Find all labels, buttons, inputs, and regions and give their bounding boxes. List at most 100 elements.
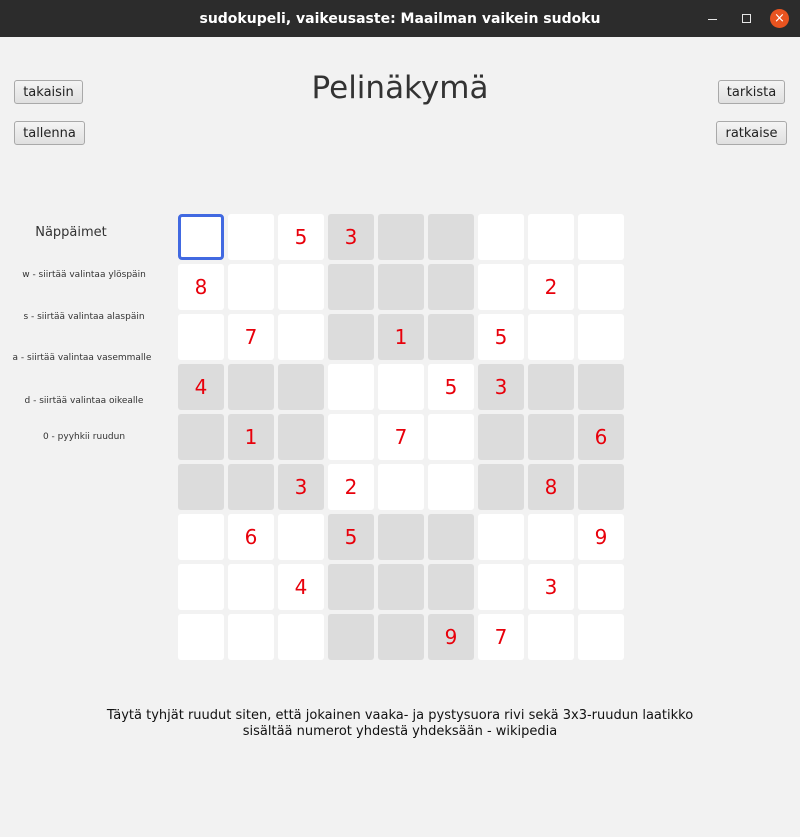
sudoku-cell-r5-c8[interactable] — [528, 414, 574, 460]
sudoku-cell-r6-c3[interactable]: 3 — [278, 464, 324, 510]
instructions: Täytä tyhjät ruudut siten, että jokainen… — [50, 708, 750, 740]
sudoku-cell-r5-c7[interactable] — [478, 414, 524, 460]
sudoku-cell-r7-c5[interactable] — [378, 514, 424, 560]
sudoku-cell-r1-c6[interactable] — [428, 214, 474, 260]
sudoku-cell-r2-c2[interactable] — [228, 264, 274, 310]
instructions-line-1: Täytä tyhjät ruudut siten, että jokainen… — [106, 708, 694, 723]
sudoku-cell-r8-c7[interactable] — [478, 564, 524, 610]
back-button[interactable]: takaisin — [14, 80, 83, 104]
close-icon[interactable]: × — [770, 9, 789, 28]
sudoku-cell-r4-c1[interactable]: 4 — [178, 364, 224, 410]
sudoku-cell-r8-c2[interactable] — [228, 564, 274, 610]
key-help-right: d - siirtää valintaa oikealle — [24, 396, 144, 406]
sudoku-cell-r4-c6[interactable]: 5 — [428, 364, 474, 410]
sudoku-cell-r2-c3[interactable] — [278, 264, 324, 310]
sudoku-cell-r7-c1[interactable] — [178, 514, 224, 560]
sudoku-cell-r1-c9[interactable] — [578, 214, 624, 260]
sudoku-cell-r4-c2[interactable] — [228, 364, 274, 410]
sudoku-board: 53827154531763286594397 — [178, 214, 624, 660]
keys-title: Näppäimet — [35, 225, 107, 240]
sudoku-cell-r3-c5[interactable]: 1 — [378, 314, 424, 360]
sudoku-cell-r7-c7[interactable] — [478, 514, 524, 560]
sudoku-cell-r8-c6[interactable] — [428, 564, 474, 610]
sudoku-cell-r2-c1[interactable]: 8 — [178, 264, 224, 310]
sudoku-cell-r5-c2[interactable]: 1 — [228, 414, 274, 460]
sudoku-cell-r8-c9[interactable] — [578, 564, 624, 610]
sudoku-cell-r4-c9[interactable] — [578, 364, 624, 410]
sudoku-cell-r2-c9[interactable] — [578, 264, 624, 310]
sudoku-cell-r6-c5[interactable] — [378, 464, 424, 510]
sudoku-cell-r3-c7[interactable]: 5 — [478, 314, 524, 360]
sudoku-cell-r9-c1[interactable] — [178, 614, 224, 660]
sudoku-cell-r1-c3[interactable]: 5 — [278, 214, 324, 260]
sudoku-cell-r6-c4[interactable]: 2 — [328, 464, 374, 510]
sudoku-cell-r2-c6[interactable] — [428, 264, 474, 310]
instructions-line-2: sisältää numerot yhdestä yhdeksään - wik… — [242, 724, 558, 739]
sudoku-cell-r9-c9[interactable] — [578, 614, 624, 660]
sudoku-cell-r4-c3[interactable] — [278, 364, 324, 410]
sudoku-cell-r7-c2[interactable]: 6 — [228, 514, 274, 560]
sudoku-cell-r5-c6[interactable] — [428, 414, 474, 460]
sudoku-cell-r4-c8[interactable] — [528, 364, 574, 410]
sudoku-cell-r8-c3[interactable]: 4 — [278, 564, 324, 610]
sudoku-cell-r6-c7[interactable] — [478, 464, 524, 510]
title-bar: sudokupeli, vaikeusaste: Maailman vaikei… — [0, 0, 800, 37]
sudoku-cell-r9-c3[interactable] — [278, 614, 324, 660]
sudoku-cell-r5-c1[interactable] — [178, 414, 224, 460]
sudoku-cell-r3-c1[interactable] — [178, 314, 224, 360]
window-title: sudokupeli, vaikeusaste: Maailman vaikei… — [199, 10, 601, 27]
sudoku-cell-r4-c5[interactable] — [378, 364, 424, 410]
save-button[interactable]: tallenna — [14, 121, 85, 145]
solve-button[interactable]: ratkaise — [716, 121, 787, 145]
sudoku-cell-r5-c3[interactable] — [278, 414, 324, 460]
sudoku-cell-r4-c7[interactable]: 3 — [478, 364, 524, 410]
sudoku-cell-r3-c9[interactable] — [578, 314, 624, 360]
sudoku-cell-r7-c8[interactable] — [528, 514, 574, 560]
key-help-down: s - siirtää valintaa alaspäin — [23, 312, 145, 322]
sudoku-cell-r8-c4[interactable] — [328, 564, 374, 610]
sudoku-cell-r3-c4[interactable] — [328, 314, 374, 360]
key-help-clear: 0 - pyyhkii ruudun — [42, 432, 126, 442]
sudoku-cell-r7-c6[interactable] — [428, 514, 474, 560]
sudoku-cell-r6-c6[interactable] — [428, 464, 474, 510]
sudoku-cell-r9-c8[interactable] — [528, 614, 574, 660]
sudoku-cell-r4-c4[interactable] — [328, 364, 374, 410]
sudoku-cell-r8-c8[interactable]: 3 — [528, 564, 574, 610]
sudoku-cell-r1-c8[interactable] — [528, 214, 574, 260]
sudoku-cell-r9-c2[interactable] — [228, 614, 274, 660]
sudoku-cell-r6-c8[interactable]: 8 — [528, 464, 574, 510]
sudoku-cell-r8-c5[interactable] — [378, 564, 424, 610]
sudoku-cell-r2-c4[interactable] — [328, 264, 374, 310]
sudoku-cell-r2-c8[interactable]: 2 — [528, 264, 574, 310]
key-help-left: a - siirtää valintaa vasemmalle — [12, 353, 152, 363]
sudoku-cell-r7-c3[interactable] — [278, 514, 324, 560]
sudoku-cell-r1-c5[interactable] — [378, 214, 424, 260]
sudoku-cell-r5-c9[interactable]: 6 — [578, 414, 624, 460]
sudoku-cell-r6-c1[interactable] — [178, 464, 224, 510]
sudoku-cell-r2-c7[interactable] — [478, 264, 524, 310]
sudoku-cell-r1-c7[interactable] — [478, 214, 524, 260]
sudoku-cell-r3-c6[interactable] — [428, 314, 474, 360]
sudoku-cell-r3-c3[interactable] — [278, 314, 324, 360]
sudoku-cell-r6-c2[interactable] — [228, 464, 274, 510]
sudoku-cell-r9-c6[interactable]: 9 — [428, 614, 474, 660]
check-button[interactable]: tarkista — [718, 80, 785, 104]
sudoku-cell-r8-c1[interactable] — [178, 564, 224, 610]
sudoku-cell-r1-c2[interactable] — [228, 214, 274, 260]
minimize-icon[interactable] — [702, 0, 722, 37]
maximize-icon[interactable] — [736, 0, 756, 37]
sudoku-cell-r1-c1[interactable] — [178, 214, 224, 260]
sudoku-cell-r6-c9[interactable] — [578, 464, 624, 510]
sudoku-cell-r2-c5[interactable] — [378, 264, 424, 310]
sudoku-cell-r7-c9[interactable]: 9 — [578, 514, 624, 560]
page-title: Pelinäkymä — [311, 70, 489, 106]
sudoku-cell-r5-c5[interactable]: 7 — [378, 414, 424, 460]
sudoku-cell-r3-c8[interactable] — [528, 314, 574, 360]
sudoku-cell-r1-c4[interactable]: 3 — [328, 214, 374, 260]
sudoku-cell-r3-c2[interactable]: 7 — [228, 314, 274, 360]
sudoku-cell-r9-c5[interactable] — [378, 614, 424, 660]
sudoku-cell-r9-c7[interactable]: 7 — [478, 614, 524, 660]
sudoku-cell-r5-c4[interactable] — [328, 414, 374, 460]
sudoku-cell-r7-c4[interactable]: 5 — [328, 514, 374, 560]
sudoku-cell-r9-c4[interactable] — [328, 614, 374, 660]
